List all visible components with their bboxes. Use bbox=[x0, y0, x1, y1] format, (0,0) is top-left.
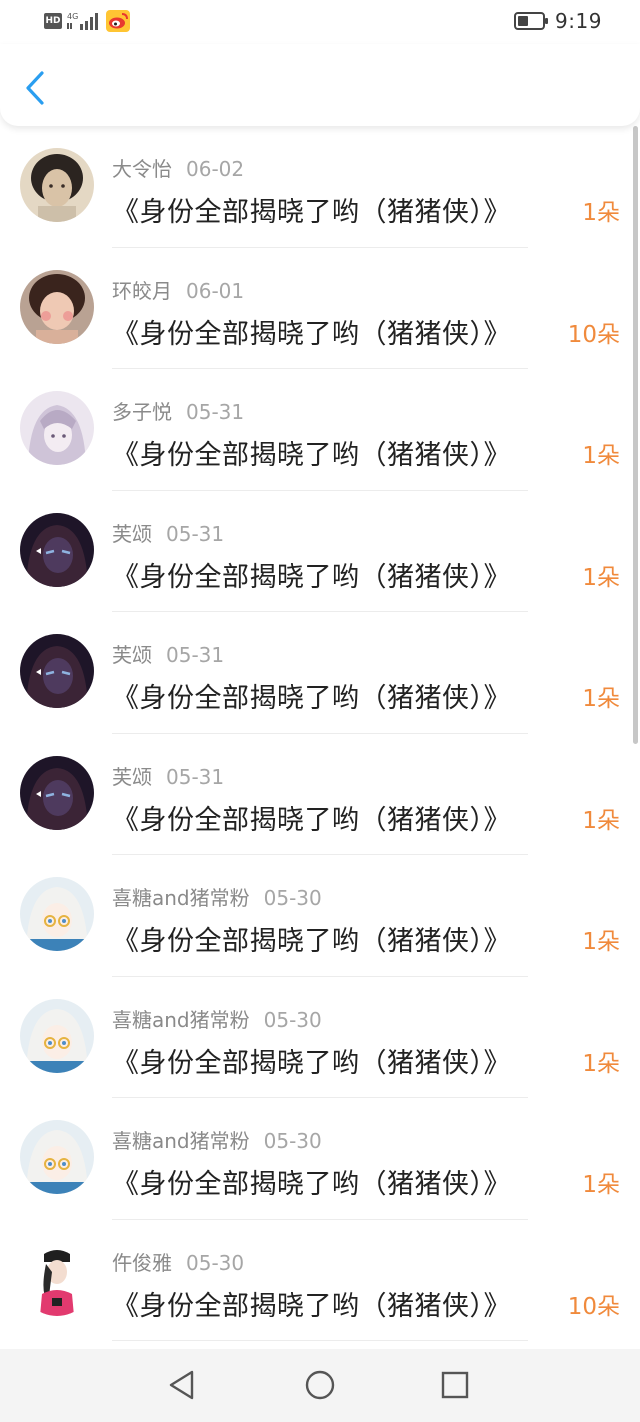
list-item[interactable]: 喜糖and猪常粉 05-30 《身份全部揭晓了哟（猪猪侠）》 1朵 bbox=[0, 855, 640, 977]
work-title: 《身份全部揭晓了哟（猪猪侠）》 bbox=[112, 926, 511, 957]
record-meta: 喜糖and猪常粉 05-30 bbox=[112, 882, 322, 911]
flower-count: 1朵 bbox=[582, 686, 620, 712]
scrollbar[interactable] bbox=[633, 126, 638, 744]
nav-back-button[interactable] bbox=[164, 1367, 200, 1403]
user-name: 多子悦 bbox=[112, 400, 172, 424]
hd-icon: HD bbox=[44, 13, 62, 29]
user-name: 芙颂 bbox=[112, 643, 152, 667]
flower-count: 1朵 bbox=[582, 807, 620, 834]
avatar bbox=[20, 1120, 94, 1194]
avatar bbox=[20, 512, 94, 587]
avatar bbox=[20, 148, 94, 222]
work-title: 《身份全部揭晓了哟（猪猪侠）》 bbox=[112, 1169, 511, 1200]
weibo-icon bbox=[106, 10, 130, 32]
user-name: 喜糖and猪常粉 bbox=[112, 1007, 250, 1032]
record-meta: 喜糖and猪常粉 05-30 bbox=[112, 1125, 322, 1154]
record-date: 05-31 bbox=[166, 521, 225, 546]
work-title: 《身份全部揭晓了哟（猪猪侠）》 bbox=[112, 197, 511, 228]
record-date: 05-30 bbox=[263, 1007, 322, 1032]
flower-count: 1朵 bbox=[582, 564, 620, 591]
record-meta: 芙颂 05-31 bbox=[112, 518, 224, 547]
record-date: 06-02 bbox=[186, 157, 245, 181]
record-meta: 喜糖and猪常粉 05-30 bbox=[112, 1004, 322, 1033]
work-title: 《身份全部揭晓了哟（猪猪侠）》 bbox=[112, 318, 511, 350]
nav-home-button[interactable] bbox=[302, 1367, 338, 1403]
user-name: 环皎月 bbox=[112, 278, 172, 303]
avatar bbox=[20, 1241, 94, 1316]
record-date: 05-31 bbox=[166, 643, 225, 667]
record-date: 05-30 bbox=[263, 1129, 322, 1153]
work-title: 《身份全部揭晓了哟（猪猪侠）》 bbox=[112, 804, 511, 836]
back-button[interactable] bbox=[18, 68, 52, 108]
svg-text:4G: 4G bbox=[67, 12, 78, 21]
avatar bbox=[20, 877, 94, 951]
record-date: 05-31 bbox=[186, 400, 245, 424]
gift-record-list: 大令怡 06-02 《身份全部揭晓了哟（猪猪侠）》 1朵 环皎月 06-01 《身份… bbox=[0, 126, 640, 1341]
record-meta: 环皎月 06-01 bbox=[112, 275, 244, 304]
record-meta: 芙颂 05-31 bbox=[112, 639, 224, 668]
work-title: 《身份全部揭晓了哟（猪猪侠）》 bbox=[112, 440, 511, 471]
flower-count: 1朵 bbox=[582, 200, 620, 226]
signal-icon: 4G bbox=[67, 12, 98, 30]
work-title: 《身份全部揭晓了哟（猪猪侠）》 bbox=[112, 1047, 511, 1079]
list-item[interactable]: 喜糖and猪常粉 05-30 《身份全部揭晓了哟（猪猪侠）》 1朵 bbox=[0, 1098, 640, 1220]
flower-count: 10朵 bbox=[567, 321, 620, 348]
user-name: 喜糖and猪常粉 bbox=[112, 1129, 250, 1153]
list-item[interactable]: 喜糖and猪常粉 05-30 《身份全部揭晓了哟（猪猪侠）》 1朵 bbox=[0, 977, 640, 1098]
list-item[interactable]: 大令怡 06-02 《身份全部揭晓了哟（猪猪侠）》 1朵 bbox=[0, 126, 640, 248]
battery-icon bbox=[514, 12, 548, 30]
avatar bbox=[20, 634, 94, 708]
home-circle-icon bbox=[305, 1370, 335, 1400]
record-meta: 仵俊雅 05-30 bbox=[112, 1247, 244, 1276]
flower-count: 10朵 bbox=[567, 1293, 620, 1320]
list-item[interactable]: 仵俊雅 05-30 《身份全部揭晓了哟（猪猪侠）》 10朵 bbox=[0, 1220, 640, 1341]
work-title: 《身份全部揭晓了哟（猪猪侠）》 bbox=[112, 683, 511, 714]
status-bar: HD 4G 9:19 bbox=[0, 0, 640, 44]
list-item[interactable]: 芙颂 05-31 《身份全部揭晓了哟（猪猪侠）》 1朵 bbox=[0, 612, 640, 734]
record-date: 05-31 bbox=[166, 764, 225, 789]
avatar bbox=[20, 269, 94, 344]
record-meta: 芙颂 05-31 bbox=[112, 761, 224, 790]
flower-count: 1朵 bbox=[582, 1050, 620, 1077]
flower-count: 1朵 bbox=[582, 929, 620, 955]
avatar bbox=[20, 998, 94, 1073]
system-nav-bar bbox=[0, 1349, 640, 1422]
user-name: 大令怡 bbox=[112, 157, 172, 181]
user-name: 芙颂 bbox=[112, 764, 152, 789]
flower-count: 1朵 bbox=[582, 443, 620, 469]
user-name: 仵俊雅 bbox=[112, 1250, 172, 1275]
list-item[interactable]: 环皎月 06-01 《身份全部揭晓了哟（猪猪侠）》 10朵 bbox=[0, 248, 640, 369]
user-name: 芙颂 bbox=[112, 521, 152, 546]
list-item[interactable]: 多子悦 05-31 《身份全部揭晓了哟（猪猪侠）》 1朵 bbox=[0, 369, 640, 491]
back-triangle-icon bbox=[169, 1370, 194, 1400]
recents-square-icon bbox=[441, 1371, 469, 1399]
record-meta: 大令怡 06-02 bbox=[112, 153, 244, 182]
record-meta: 多子悦 05-31 bbox=[112, 396, 244, 425]
divider bbox=[112, 1340, 528, 1341]
list-item[interactable]: 芙颂 05-31 《身份全部揭晓了哟（猪猪侠）》 1朵 bbox=[0, 491, 640, 612]
work-title: 《身份全部揭晓了哟（猪猪侠）》 bbox=[112, 561, 511, 593]
avatar bbox=[20, 391, 94, 465]
record-date: 06-01 bbox=[186, 278, 245, 303]
flower-count: 1朵 bbox=[582, 1172, 620, 1198]
header bbox=[0, 44, 640, 126]
user-name: 喜糖and猪常粉 bbox=[112, 886, 250, 910]
nav-recents-button[interactable] bbox=[437, 1367, 473, 1403]
chevron-left-icon bbox=[26, 71, 44, 105]
work-title: 《身份全部揭晓了哟（猪猪侠）》 bbox=[112, 1290, 511, 1322]
avatar bbox=[20, 755, 94, 830]
status-time: 9:19 bbox=[555, 9, 602, 33]
record-date: 05-30 bbox=[263, 886, 322, 910]
list-item[interactable]: 芙颂 05-31 《身份全部揭晓了哟（猪猪侠）》 1朵 bbox=[0, 734, 640, 855]
record-date: 05-30 bbox=[186, 1250, 245, 1275]
